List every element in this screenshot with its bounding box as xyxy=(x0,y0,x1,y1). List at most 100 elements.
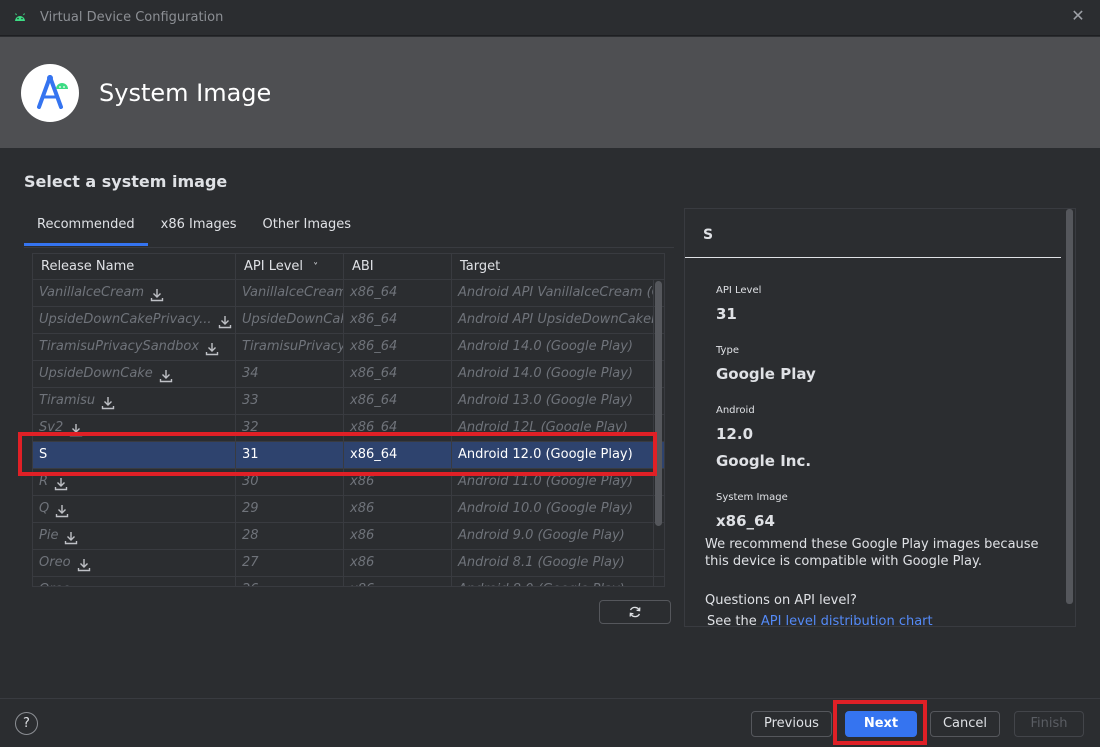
table-scrollbar[interactable] xyxy=(655,281,662,526)
system-image-label: System Image xyxy=(716,492,788,503)
api-level-cell: TiramisuPrivacyS xyxy=(236,334,344,360)
api-level-cell: 30 xyxy=(236,469,344,495)
api-question-text: Questions on API level? xyxy=(705,593,857,608)
release-name-text: Oreo xyxy=(39,555,71,570)
release-name-cell: R xyxy=(33,469,236,495)
api-level-label: API Level xyxy=(716,285,762,296)
table-row[interactable]: VanillaIceCream VanillaIceCream x86_64 Andr… xyxy=(33,280,664,307)
download-icon[interactable] xyxy=(69,421,83,437)
see-the-text: See the xyxy=(707,614,761,629)
release-name-text: UpsideDownCakePrivacy... xyxy=(39,312,212,327)
android-version: 12.0 xyxy=(716,425,754,443)
target-cell: Android 13.0 (Google Play) xyxy=(452,388,654,414)
download-icon[interactable] xyxy=(64,529,78,545)
abi-cell: x86 xyxy=(344,550,452,576)
release-name-text: UpsideDownCake xyxy=(39,366,153,381)
abi-cell: x86 xyxy=(344,469,452,495)
table-row[interactable]: UpsideDownCakePrivacy... UpsideDownCakex8… xyxy=(33,307,664,334)
api-level-cell: 34 xyxy=(236,361,344,387)
api-level-chart-link[interactable]: API level distribution chart xyxy=(761,614,933,629)
sort-descending-icon: ˅ xyxy=(313,262,319,273)
target-cell: Android 12.0 (Google Play) xyxy=(452,442,654,468)
system-image-table: Release Name API Level ˅ ABI Target Vani… xyxy=(32,253,665,587)
target-cell: Android 14.0 (Google Play) xyxy=(452,361,654,387)
release-name-cell: Q xyxy=(33,496,236,522)
table-row[interactable]: UpsideDownCake 34 x86_64 Android 14.0 (Goog… xyxy=(33,361,664,388)
table-row[interactable]: TiramisuPrivacySandbox TiramisuPrivacyS x8… xyxy=(33,334,664,361)
tab-recommended[interactable]: Recommended xyxy=(24,208,148,246)
refresh-button[interactable] xyxy=(599,600,671,624)
download-icon[interactable] xyxy=(101,394,115,410)
table-row[interactable]: Oreo 26x86Android 8.0 (Google Play) xyxy=(33,577,664,586)
title-bar: Virtual Device Configuration ✕ xyxy=(0,0,1100,36)
release-name-cell: TiramisuPrivacySandbox xyxy=(33,334,236,360)
abi-cell: x86 xyxy=(344,577,452,586)
android-label: Android xyxy=(716,405,755,416)
api-level-cell: UpsideDownCake xyxy=(236,307,344,333)
release-name-cell: Pie xyxy=(33,523,236,549)
android-studio-logo-icon xyxy=(21,63,79,122)
table-row[interactable]: S 31 x86_64 Android 12.0 (Google Play) xyxy=(33,442,664,469)
details-panel: S API Level 31 Type Google Play Android … xyxy=(684,208,1076,629)
finish-button: Finish xyxy=(1014,711,1084,737)
download-icon[interactable] xyxy=(77,556,91,572)
api-level-cell: 32 xyxy=(236,415,344,441)
release-name-text: TiramisuPrivacySandbox xyxy=(39,339,200,354)
android-icon xyxy=(15,12,25,21)
vendor-value: Google Inc. xyxy=(716,452,812,470)
abi-cell: x86 xyxy=(344,496,452,522)
type-value: Google Play xyxy=(716,365,816,383)
release-name-cell: UpsideDownCake xyxy=(33,361,236,387)
release-name-cell: VanillaIceCream xyxy=(33,280,236,306)
download-icon[interactable] xyxy=(159,367,173,383)
target-cell: Android 12L (Google Play) xyxy=(452,415,654,441)
download-icon[interactable] xyxy=(218,313,232,329)
footer: ? Previous Next Cancel Finish xyxy=(0,698,1100,747)
cancel-button[interactable]: Cancel xyxy=(930,711,1000,737)
table-row[interactable]: Oreo 27 x86 Android 8.1 (Google Play) xyxy=(33,550,664,577)
table-body: VanillaIceCream VanillaIceCream x86_64 Andr… xyxy=(33,280,664,586)
table-row[interactable]: Tiramisu 33 x86_64 Android 13.0 (Google Pla… xyxy=(33,388,664,415)
column-header-release-name[interactable]: Release Name xyxy=(33,254,236,280)
download-icon[interactable] xyxy=(150,286,164,302)
abi-cell: x86_64 xyxy=(344,307,452,333)
next-button[interactable]: Next xyxy=(845,711,917,737)
api-level-value: 31 xyxy=(716,305,737,323)
api-level-cell: 26 xyxy=(236,577,344,586)
recommend-text: We recommend these Google Play images be… xyxy=(705,537,1039,569)
window-title: Virtual Device Configuration xyxy=(40,10,224,25)
table-row[interactable]: Sv2 32 x86_64 Android 12L (Google Play) xyxy=(33,415,664,442)
target-cell: Android 11.0 (Google Play) xyxy=(452,469,654,495)
tab-other-images[interactable]: Other Images xyxy=(249,208,364,246)
download-icon[interactable] xyxy=(205,340,219,356)
abi-cell: x86_64 xyxy=(344,280,452,306)
table-row[interactable]: R 30 x86 Android 11.0 (Google Play) xyxy=(33,469,664,496)
column-header-target[interactable]: Target xyxy=(452,254,654,280)
type-label: Type xyxy=(716,345,739,356)
table-row[interactable]: Pie 28 x86 Android 9.0 (Google Play) xyxy=(33,523,664,550)
abi-cell: x86_64 xyxy=(344,388,452,414)
header-banner: System Image xyxy=(0,37,1100,148)
release-name-cell: S xyxy=(33,442,236,468)
download-icon[interactable] xyxy=(55,502,69,518)
api-level-cell: 28 xyxy=(236,523,344,549)
download-icon[interactable] xyxy=(77,583,91,586)
release-name-text: Q xyxy=(39,501,50,516)
release-name-cell: Oreo xyxy=(33,550,236,576)
refresh-icon xyxy=(629,606,641,618)
column-header-api-level[interactable]: API Level ˅ xyxy=(236,254,344,280)
target-cell: Android 8.0 (Google Play) xyxy=(452,577,654,586)
abi-cell: x86_64 xyxy=(344,415,452,441)
details-scrollbar[interactable] xyxy=(1066,209,1073,604)
help-icon[interactable]: ? xyxy=(15,712,38,735)
release-name-text: R xyxy=(39,474,49,489)
download-icon[interactable] xyxy=(54,475,68,491)
target-cell: Android 14.0 (Google Play) xyxy=(452,334,654,360)
tab-x86-images[interactable]: x86 Images xyxy=(148,208,250,246)
target-cell: Android API UpsideDownCakePr xyxy=(452,307,654,333)
previous-button[interactable]: Previous xyxy=(751,711,832,737)
target-cell: Android 8.1 (Google Play) xyxy=(452,550,654,576)
table-row[interactable]: Q 29 x86 Android 10.0 (Google Play) xyxy=(33,496,664,523)
column-header-abi[interactable]: ABI xyxy=(344,254,452,280)
close-icon[interactable]: ✕ xyxy=(1070,8,1086,24)
